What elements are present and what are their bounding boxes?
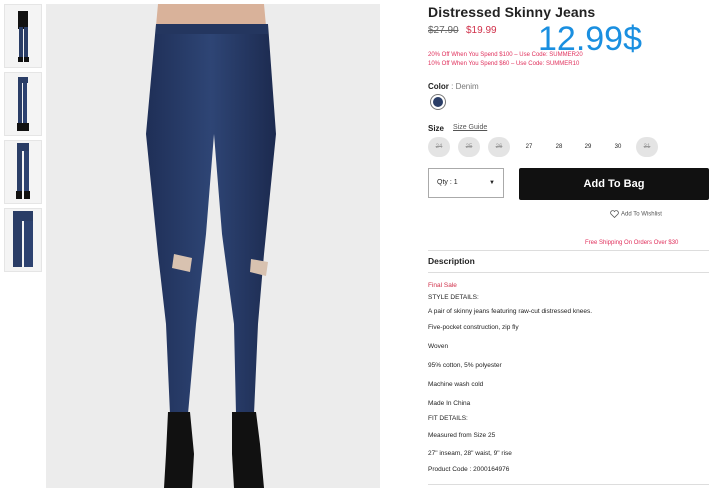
color-label-row: Color : Denim (428, 82, 479, 91)
divider (428, 484, 709, 485)
size-option-27[interactable]: 27 (518, 137, 540, 157)
thumbnail-side[interactable] (4, 72, 42, 136)
chevron-down-icon: ▼ (489, 180, 495, 186)
description-line: Five-pocket construction, zip fly (428, 324, 519, 331)
original-price: $27.90 (428, 25, 459, 36)
description-line: STYLE DETAILS: (428, 294, 479, 301)
quantity-select[interactable]: Qty : 1 ▼ (428, 168, 504, 198)
size-option-29[interactable]: 29 (577, 137, 599, 157)
color-label: Color (428, 82, 449, 91)
add-to-wishlist-link[interactable]: Add To Wishlist (610, 210, 662, 219)
description-line: Woven (428, 343, 449, 350)
heart-icon (610, 210, 619, 219)
main-product-image (46, 4, 380, 488)
promo-line-2: 10% Off When You Spend $60 – Use Code: S… (428, 61, 580, 67)
size-option-28[interactable]: 28 (548, 137, 570, 157)
size-option-25[interactable]: 25 (458, 137, 480, 157)
product-title: Distressed Skinny Jeans (428, 4, 596, 20)
description-line: Machine wash cold (428, 381, 484, 388)
thumbnail-detail[interactable] (4, 208, 42, 272)
size-option-24[interactable]: 24 (428, 137, 450, 157)
thumbnail-back[interactable] (4, 140, 42, 204)
free-shipping-note: Free Shipping On Orders Over $30 (585, 240, 679, 246)
description-line: 27" inseam, 28" waist, 9" rise (428, 450, 512, 457)
size-option-31[interactable]: 31 (636, 137, 658, 157)
size-guide-link[interactable]: Size Guide (453, 124, 487, 131)
size-option-30[interactable]: 30 (607, 137, 629, 157)
description-line: 95% cotton, 5% polyester (428, 362, 502, 369)
product-code: Product Code : 2000164976 (428, 466, 510, 473)
size-label: Size (428, 124, 445, 133)
description-line: Made In China (428, 400, 471, 407)
size-option-26[interactable]: 26 (488, 137, 510, 157)
description-line: FIT DETAILS: (428, 415, 468, 422)
sale-price: $19.99 (466, 25, 497, 36)
description-title: Description (428, 256, 475, 266)
thumbnail-list (4, 4, 42, 276)
thumbnail-front-full[interactable] (4, 4, 42, 68)
description-line: Measured from Size 25 (428, 432, 496, 439)
promo-line-1: 20% Off When You Spend $100 – Use Code: … (428, 52, 583, 58)
final-sale-text: Final Sale (428, 282, 457, 289)
add-to-bag-button[interactable]: Add To Bag (519, 168, 709, 200)
color-value: : Denim (451, 82, 479, 91)
color-swatch-denim[interactable] (430, 94, 446, 110)
description-line: A pair of skinny jeans featuring raw-cut… (428, 308, 593, 315)
divider (428, 250, 709, 251)
wishlist-label: Add To Wishlist (621, 211, 662, 218)
quantity-value: Qty : 1 (437, 179, 458, 186)
divider (428, 272, 709, 273)
